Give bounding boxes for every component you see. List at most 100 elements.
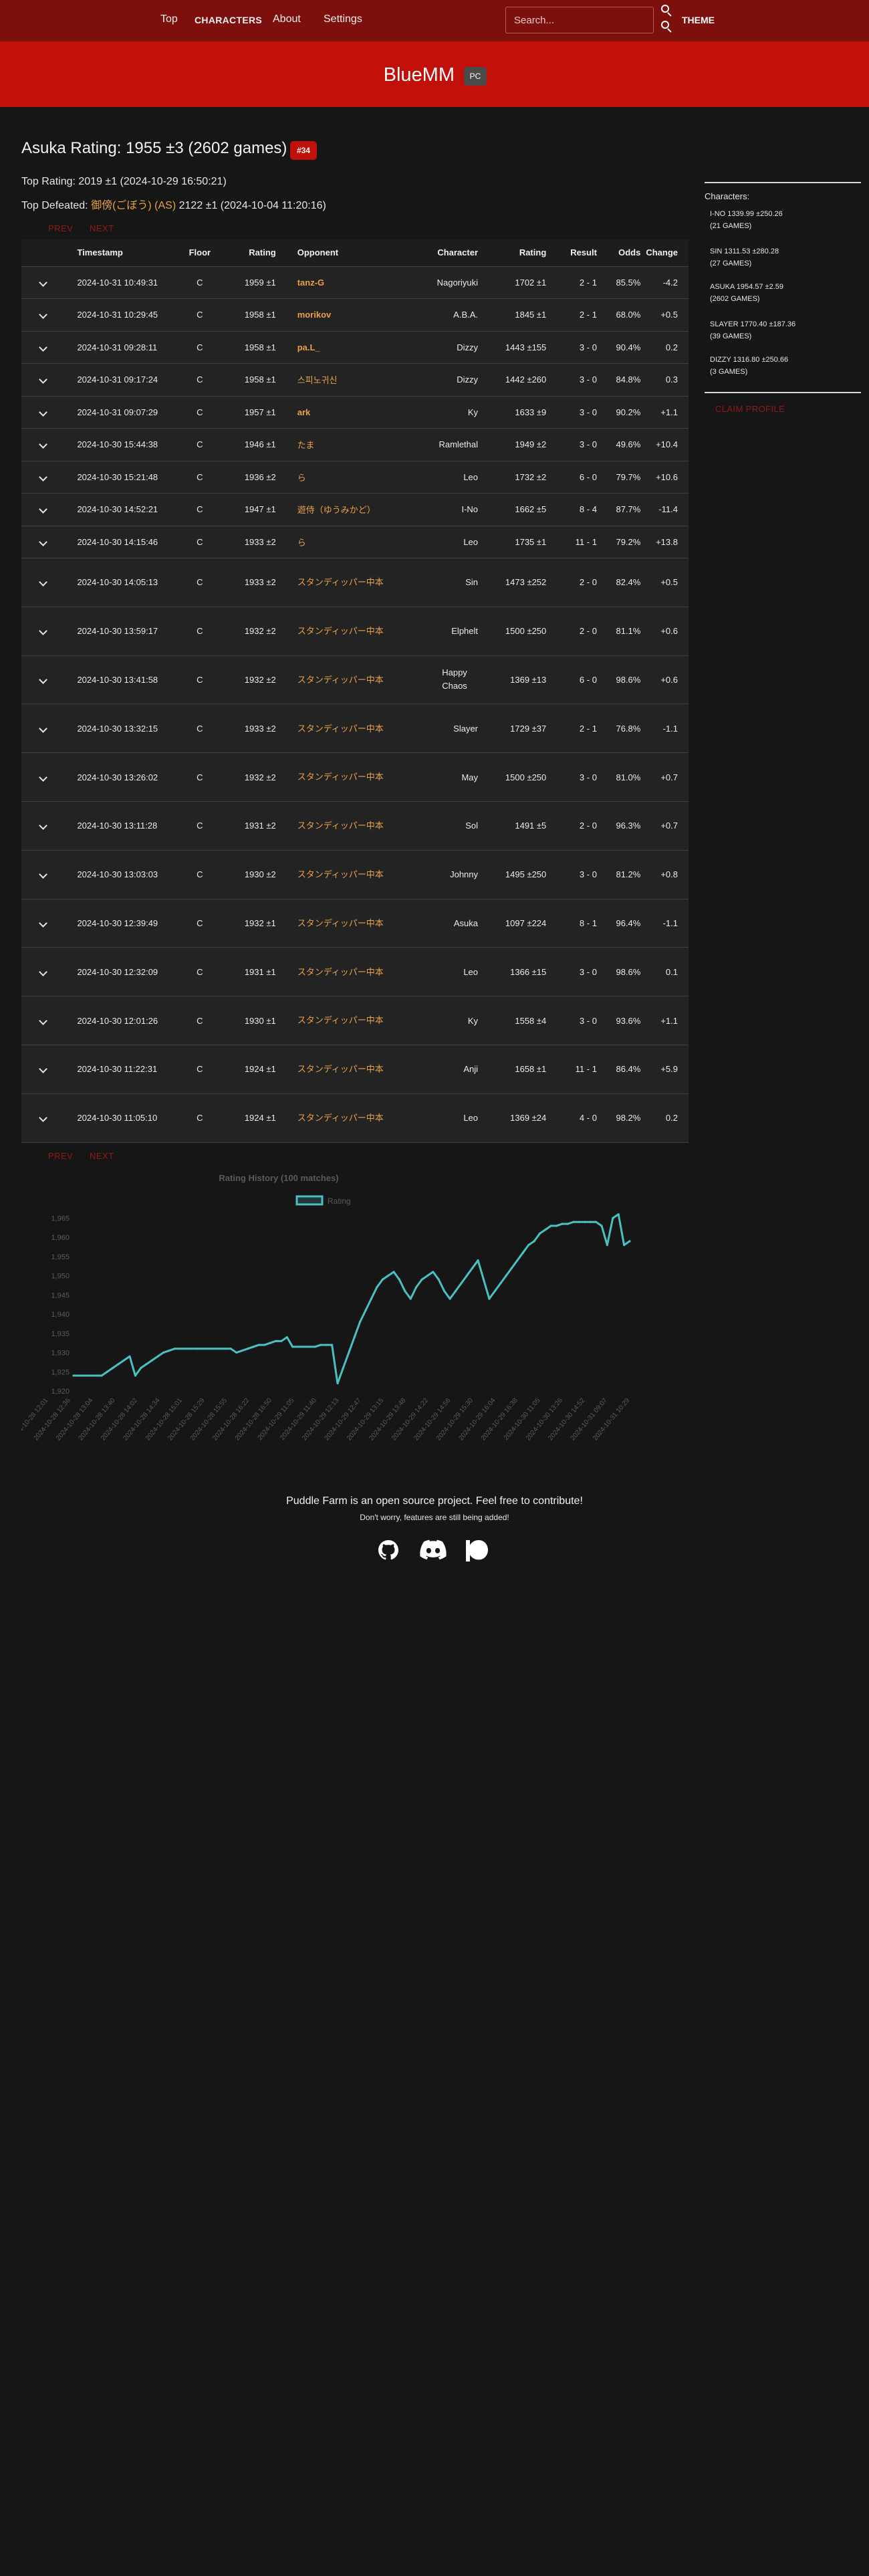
row-opponent-link[interactable]: スタンディッパー中本 [297,1013,398,1027]
data-point[interactable] [533,1240,535,1243]
data-point[interactable] [336,1382,339,1385]
data-point[interactable] [521,1251,524,1254]
data-point[interactable] [320,1344,322,1346]
chevron-down-icon[interactable] [39,407,48,417]
data-point[interactable] [460,1282,463,1285]
data-point[interactable] [578,1220,580,1223]
sidebar-character-dizzy[interactable]: DIZZY 1316.80 ±250.66 (3 GAMES) [710,354,788,378]
table-row[interactable]: 2024-10-30 13:11:28 C 1931 ±2 スタンディッパー中本 Sol… [21,801,689,851]
prev-button[interactable]: PREV [48,223,73,233]
chevron-down-icon[interactable] [39,772,48,782]
chevron-down-icon[interactable] [39,440,48,449]
data-point[interactable] [229,1348,232,1350]
data-point[interactable] [314,1346,316,1348]
data-point[interactable] [140,1366,142,1370]
data-point[interactable] [112,1366,114,1370]
data-point[interactable] [505,1275,507,1277]
data-point[interactable] [398,1278,401,1281]
table-row[interactable]: 2024-10-30 12:01:26 C 1930 ±1 スタンディッパー中本 Ky 1… [21,996,689,1045]
data-point[interactable] [499,1282,502,1285]
data-point[interactable] [156,1355,159,1358]
table-row[interactable]: 2024-10-30 13:59:17 C 1932 ±2 スタンディッパー中本 Elp… [21,607,689,656]
data-point[interactable] [285,1335,288,1339]
sidebar-character-ino[interactable]: I-NO 1339.99 ±250.26 (21 GAMES) [710,209,783,232]
data-point[interactable] [134,1374,137,1377]
data-point[interactable] [89,1374,92,1377]
data-point[interactable] [376,1286,378,1289]
row-opponent-link[interactable]: スタンディッパー中本 [297,867,398,881]
data-point[interactable] [465,1275,468,1277]
data-point[interactable] [415,1286,418,1289]
theme-button[interactable]: THEME [682,15,715,25]
search-icon[interactable] [661,5,673,17]
data-point[interactable] [280,1339,283,1342]
chevron-down-icon[interactable] [39,537,48,546]
data-point[interactable] [291,1346,294,1348]
chevron-down-icon[interactable] [39,870,48,879]
row-opponent-link[interactable]: ら [297,538,306,548]
data-point[interactable] [269,1341,271,1344]
chevron-down-icon[interactable] [39,967,48,976]
data-point[interactable] [628,1240,631,1243]
patreon-icon[interactable] [466,1539,489,1562]
data-point[interactable] [348,1351,350,1354]
data-point[interactable] [168,1350,170,1352]
data-point[interactable] [207,1348,210,1350]
data-point[interactable] [432,1271,434,1273]
row-opponent-link[interactable]: スタンディッパー中本 [297,575,398,589]
data-point[interactable] [353,1335,356,1339]
chevron-down-icon[interactable] [39,578,48,587]
data-point[interactable] [482,1278,485,1281]
data-point[interactable] [72,1374,75,1377]
row-opponent-link[interactable]: スタンディッパー中本 [297,770,398,784]
sidebar-character-slayer[interactable]: SLAYER 1770.40 ±187.36 (39 GAMES) [710,319,795,342]
data-point[interactable] [218,1348,221,1350]
data-point[interactable] [449,1297,451,1300]
data-point[interactable] [173,1348,176,1350]
data-point[interactable] [493,1290,496,1293]
data-point[interactable] [162,1351,165,1354]
row-opponent-link[interactable]: スタンディッパー中本 [297,624,398,638]
data-point[interactable] [325,1344,328,1346]
chevron-down-icon[interactable] [39,1016,48,1025]
data-point[interactable] [95,1374,98,1377]
data-point[interactable] [622,1244,626,1247]
top-defeated-player-link[interactable]: 御傍(ごぼう) (AS) [91,200,176,211]
data-point[interactable] [516,1259,519,1262]
row-opponent-link[interactable]: ark [297,407,311,417]
sidebar-character-asuka[interactable]: ASUKA 1954.57 ±2.59 (2602 GAMES) [710,282,783,305]
table-row[interactable]: 2024-10-30 15:21:48 C 1936 ±2 ら Leo 1732 ±2 6 … [21,461,689,494]
discord-icon[interactable] [420,1539,447,1561]
data-point[interactable] [274,1339,277,1342]
data-point[interactable] [561,1222,564,1225]
table-row[interactable]: 2024-10-30 12:39:49 C 1932 ±1 スタンディッパー中本 Asu… [21,899,689,948]
row-opponent-link[interactable]: スタンディッパー中本 [297,965,398,979]
next-button[interactable]: NEXT [90,223,114,233]
sidebar-character-sin[interactable]: SIN 1311.53 ±280.28 (27 GAMES) [710,246,779,270]
table-row[interactable]: 2024-10-30 12:32:09 C 1931 ±1 スタンディッパー中本 Leo… [21,947,689,997]
row-opponent-link[interactable]: ら [297,473,306,483]
data-point[interactable] [594,1220,598,1223]
data-point[interactable] [488,1297,491,1300]
data-point[interactable] [426,1275,429,1277]
data-point[interactable] [572,1220,575,1223]
data-point[interactable] [443,1290,446,1293]
data-point[interactable] [387,1275,390,1277]
chevron-down-icon[interactable] [39,342,48,352]
search-icon[interactable] [661,21,673,33]
data-point[interactable] [409,1297,412,1300]
data-point[interactable] [477,1259,479,1262]
data-point[interactable] [330,1344,334,1346]
row-opponent-link[interactable]: tanz-G [297,278,324,288]
table-row[interactable]: 2024-10-30 13:32:15 C 1933 ±2 スタンディッパー中本 Sla… [21,704,689,754]
data-point[interactable] [241,1350,243,1352]
data-point[interactable] [123,1359,126,1362]
data-point[interactable] [538,1232,541,1235]
data-point[interactable] [471,1267,474,1269]
data-point[interactable] [600,1224,603,1227]
data-point[interactable] [224,1348,227,1350]
data-point[interactable] [128,1355,131,1358]
row-opponent-link[interactable]: 스피노귀신 [297,375,338,385]
row-opponent-link[interactable]: morikov [297,310,332,320]
chevron-down-icon[interactable] [39,375,48,385]
